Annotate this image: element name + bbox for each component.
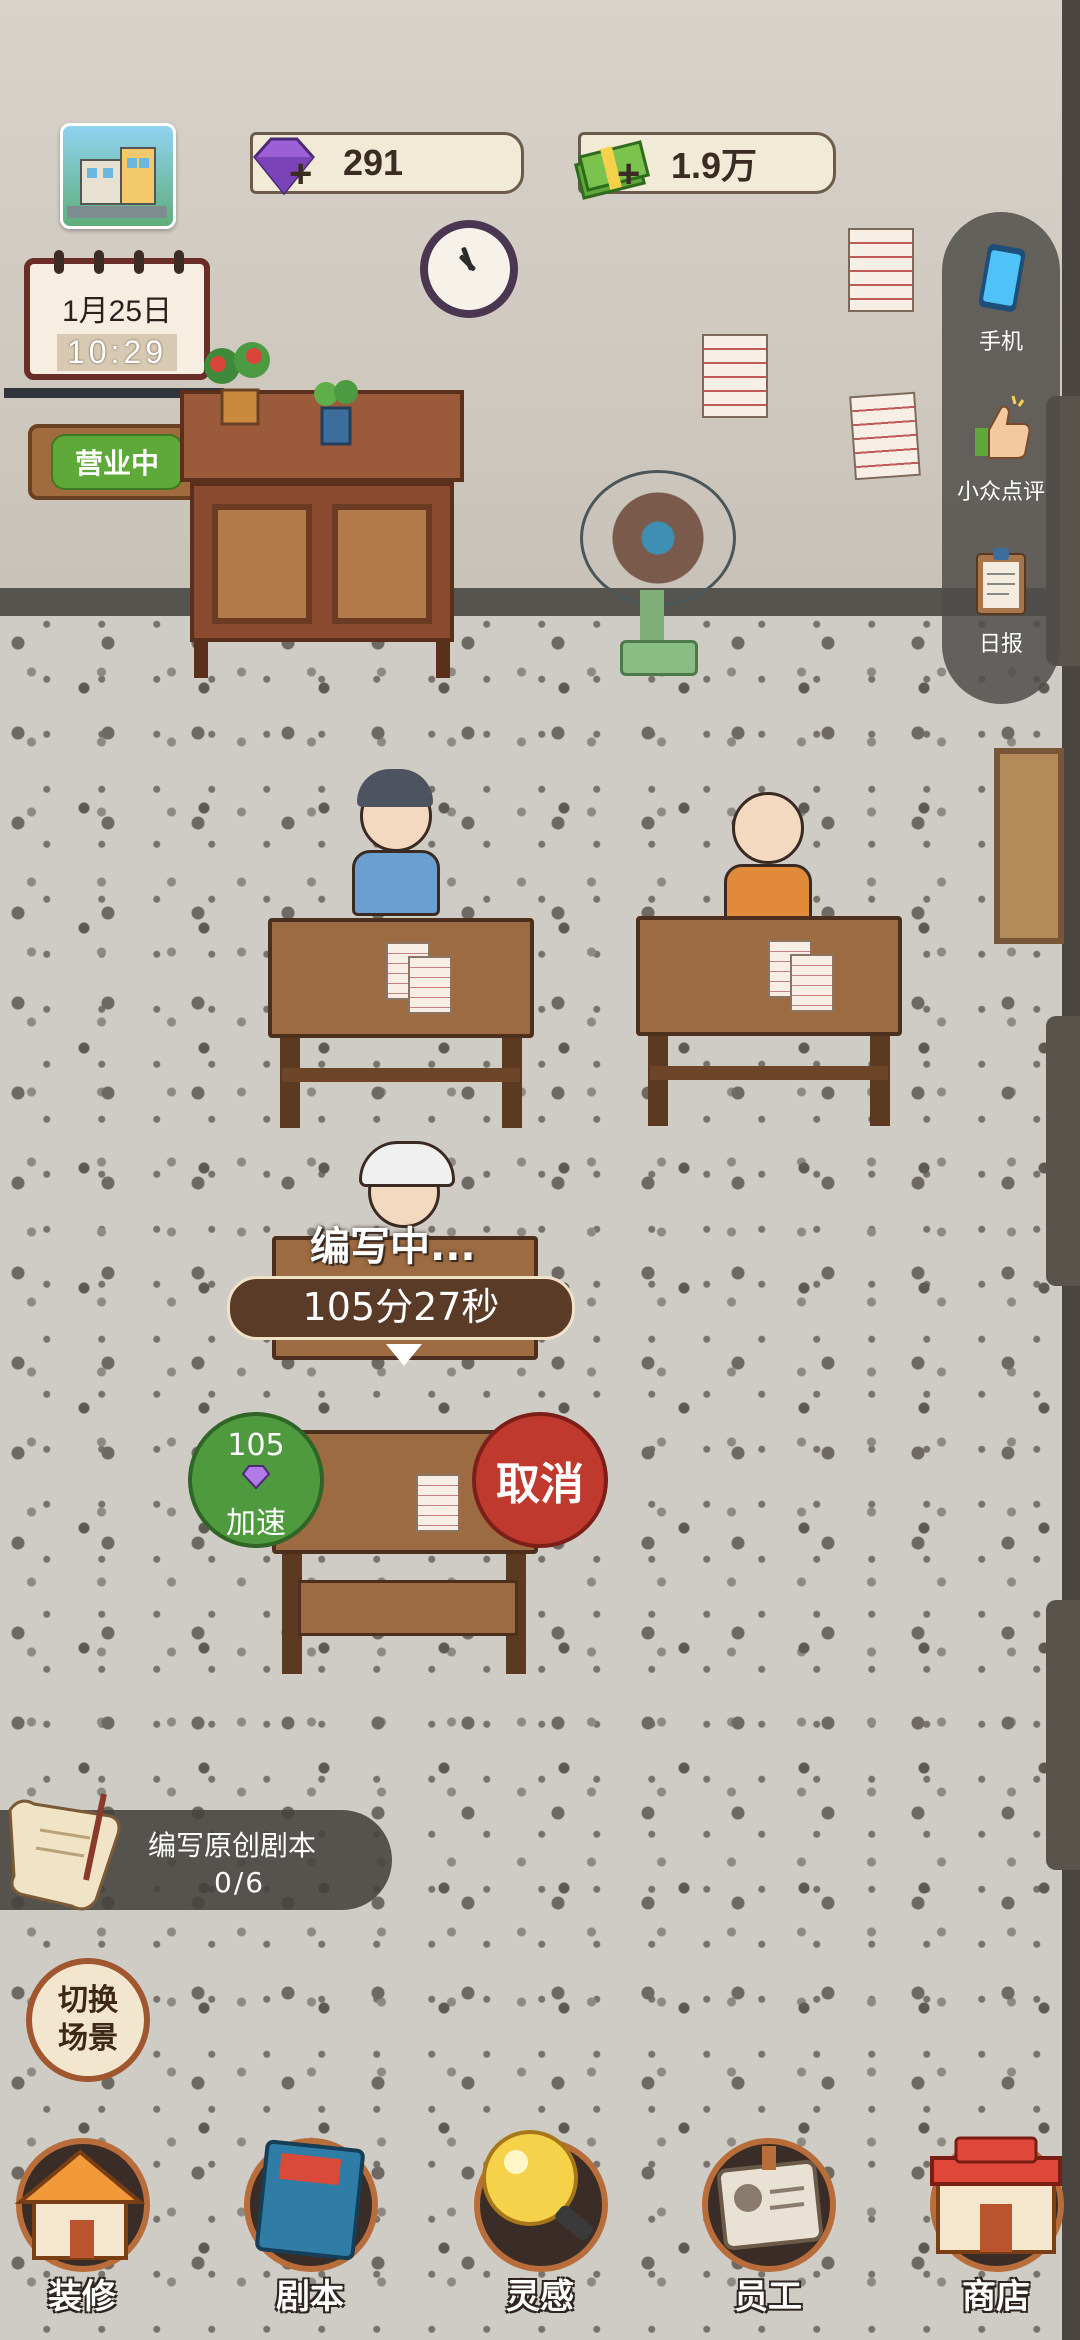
writing-timer: 105分27秒	[227, 1276, 575, 1340]
wall-note-icon	[702, 334, 768, 418]
nav-renovate-label: 装修	[48, 2277, 116, 2317]
script-paper	[408, 956, 452, 1014]
daily-report-button[interactable]: 日报	[942, 546, 1060, 658]
calendar-ring	[134, 250, 144, 274]
nav-staff[interactable]: 员工	[688, 2118, 848, 2340]
cabinet-door	[332, 504, 432, 624]
cash-counter[interactable]: + 1.9万	[573, 132, 836, 200]
speed-up-button[interactable]: 105 加速	[188, 1412, 324, 1548]
nav-scripts[interactable]: 剧本	[230, 2118, 390, 2340]
phone-label: 手机	[978, 330, 1023, 355]
task-title: 编写原创剧本	[148, 1829, 317, 1862]
gem-icon	[241, 1465, 271, 1490]
side-menu: 手机 小众点评 日报	[942, 212, 1060, 704]
small-plant-icon	[314, 380, 358, 446]
daily-report-label: 日报	[978, 632, 1023, 657]
phone-icon	[978, 244, 1026, 312]
nav-scripts-label: 剧本	[276, 2277, 344, 2317]
task-progress: 0/6	[214, 1866, 266, 1899]
writer-boy-body	[352, 850, 440, 916]
switch-scene-line1: 切换	[58, 1983, 118, 2018]
desk-leg	[870, 1036, 890, 1126]
script-paper	[416, 1474, 460, 1532]
gem-counter[interactable]: + 291	[250, 132, 524, 197]
calendar-date: 1月25日	[61, 295, 173, 328]
wall-note-icon	[849, 391, 921, 481]
speed-up-label: 加速	[226, 1506, 286, 1541]
staff-writer-boy[interactable]	[357, 769, 433, 852]
switch-scene-line2: 场景	[58, 2021, 118, 2056]
speed-up-cost: 105	[227, 1428, 285, 1463]
nav-shop[interactable]: 商店	[916, 2118, 1076, 2340]
nav-staff-label: 员工	[734, 2277, 802, 2317]
cabinet-door	[212, 504, 312, 624]
flower-pot-icon	[204, 342, 270, 426]
badge-icon	[716, 2146, 824, 2251]
script-paper	[790, 954, 834, 1012]
timer-pointer-icon	[386, 1344, 422, 1366]
cabinet-leg	[194, 642, 208, 678]
nav-shop-label: 商店	[962, 2277, 1030, 2317]
wall-pillar	[1046, 1600, 1080, 1870]
desk-leg	[280, 1038, 300, 1128]
desk-bar	[650, 1066, 888, 1080]
side-door[interactable]	[994, 748, 1064, 944]
writing-status: 编写中...	[310, 1224, 476, 1270]
reviews-button[interactable]: 小众点评	[942, 394, 1060, 506]
calendar-time: 10:29	[56, 334, 178, 371]
calendar-ring	[174, 250, 184, 274]
writing-desk[interactable]	[268, 918, 534, 1138]
writing-desk[interactable]	[636, 916, 902, 1136]
cancel-button[interactable]: 取消	[472, 1412, 608, 1548]
bottom-navigation: 装修 剧本 灵感 员工 商店	[0, 2118, 1080, 2340]
script-book-icon	[255, 2139, 365, 2261]
scroll-quill-icon	[8, 1793, 121, 1911]
add-cash-plus[interactable]: +	[617, 152, 640, 197]
house-icon	[14, 2149, 146, 2260]
cancel-label: 取消	[496, 1459, 584, 1510]
desk-bench	[298, 1580, 518, 1636]
desk-leg	[502, 1038, 522, 1128]
desk-bar	[282, 1068, 520, 1082]
reviews-label: 小众点评	[956, 480, 1045, 505]
staff-writer-girl[interactable]	[727, 785, 809, 881]
shop-icon	[930, 2136, 1062, 2254]
clipboard-icon	[976, 548, 1026, 615]
city-map-avatar[interactable]	[60, 123, 176, 229]
desk-leg	[648, 1036, 668, 1126]
cash-amount: 1.9万	[671, 145, 758, 186]
thumbs-up-icon	[975, 395, 1031, 459]
baseboard	[0, 588, 1080, 616]
building-icon	[67, 147, 167, 218]
nav-inspiration[interactable]: 灵感	[460, 2118, 620, 2340]
nav-inspiration-label: 灵感	[506, 2277, 574, 2317]
lightbulb-icon	[482, 2130, 593, 2241]
fan-base	[620, 640, 698, 676]
electric-fan-icon	[580, 470, 736, 606]
nav-renovate[interactable]: 装修	[2, 2118, 162, 2340]
business-status-label: 营业中	[50, 434, 183, 490]
wall-pillar	[1046, 1016, 1080, 1286]
calendar-ring	[54, 250, 64, 274]
cabinet-leg	[436, 642, 450, 678]
phone-button[interactable]: 手机	[942, 244, 1060, 356]
switch-scene-button[interactable]: 切换 场景	[26, 1958, 150, 2082]
calendar-ring	[94, 250, 104, 274]
wall-clock-icon	[420, 220, 518, 318]
calendar: 1月25日 10:29	[24, 250, 210, 380]
wall-note-icon	[848, 228, 914, 312]
cabinet-body	[190, 482, 454, 642]
add-gems-plus[interactable]: +	[289, 152, 312, 197]
gem-amount: 291	[343, 142, 404, 183]
